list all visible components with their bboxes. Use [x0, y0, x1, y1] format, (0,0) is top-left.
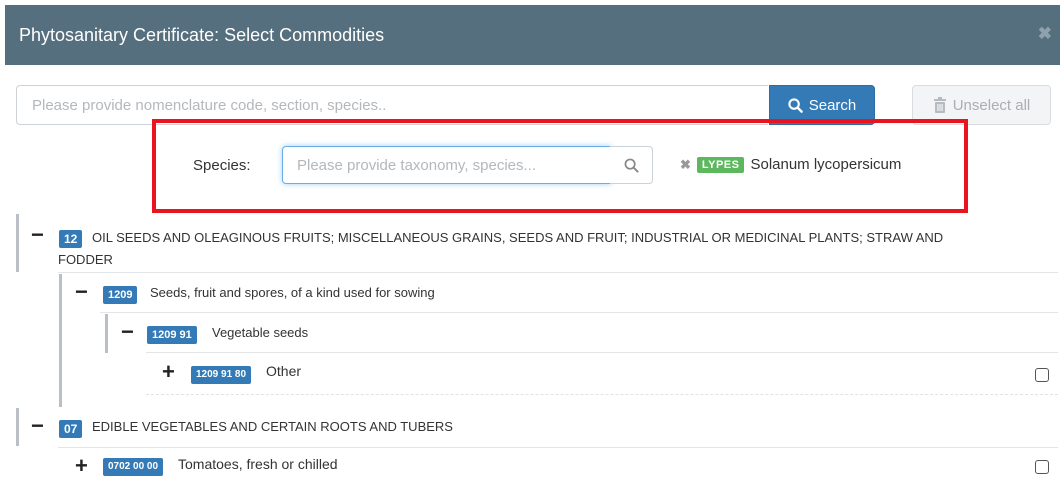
- collapse-icon[interactable]: −: [121, 321, 134, 343]
- selected-species-tag: ✖ LYPES Solanum lycopersicum: [680, 156, 901, 173]
- divider: [100, 312, 1058, 313]
- node-label: Other: [266, 363, 302, 379]
- species-label: Species:: [193, 157, 251, 174]
- close-icon[interactable]: ✖: [1038, 24, 1052, 44]
- tree-rail-level-3: [105, 314, 108, 353]
- tree-rail-level-2: [59, 274, 62, 407]
- code-badge: 12: [59, 230, 83, 248]
- expand-icon[interactable]: +: [162, 361, 175, 383]
- select-checkbox[interactable]: [1035, 460, 1049, 474]
- node-label: EDIBLE VEGETABLES AND CERTAIN ROOTS AND …: [92, 419, 453, 434]
- species-code-badge: LYPES: [696, 156, 745, 173]
- code-badge: 07: [59, 420, 83, 438]
- species-name: Solanum lycopersicum: [750, 156, 902, 173]
- node-label: Vegetable seeds: [212, 325, 309, 340]
- code-badge: 1209 91: [147, 326, 197, 344]
- search-icon: [624, 158, 639, 173]
- collapse-icon[interactable]: −: [31, 224, 44, 246]
- species-search-button[interactable]: [610, 146, 653, 184]
- dialog-title: Phytosanitary Certificate: Select Commod…: [19, 25, 385, 45]
- node-label: Seeds, fruit and spores, of a kind used …: [150, 285, 435, 300]
- trash-icon: [933, 97, 946, 113]
- divider: [146, 394, 1058, 395]
- tree-rail-level-1: [16, 214, 19, 272]
- node-label: Tomatoes, fresh or chilled: [178, 456, 338, 472]
- divider: [58, 272, 1058, 273]
- node-label-continued: FODDER: [58, 252, 113, 267]
- divider: [58, 447, 1058, 448]
- select-checkbox[interactable]: [1035, 368, 1049, 382]
- remove-tag-icon[interactable]: ✖: [680, 157, 691, 173]
- dialog-header: Phytosanitary Certificate: Select Commod…: [5, 5, 1060, 65]
- code-badge: 0702 00 00: [103, 458, 164, 476]
- node-label: OIL SEEDS AND OLEAGINOUS FRUITS; MISCELL…: [92, 230, 944, 245]
- tree-rail-level-1: [16, 408, 19, 446]
- divider: [146, 352, 1058, 353]
- code-badge: 1209 91 80: [191, 366, 252, 384]
- species-input[interactable]: [282, 146, 611, 184]
- expand-icon[interactable]: +: [75, 455, 88, 477]
- collapse-icon[interactable]: −: [31, 415, 44, 437]
- search-icon: [788, 97, 803, 113]
- search-button-label: Search: [808, 96, 857, 114]
- code-badge: 1209: [103, 286, 138, 304]
- collapse-icon[interactable]: −: [75, 281, 88, 303]
- unselect-all-label: Unselect all: [952, 96, 1031, 114]
